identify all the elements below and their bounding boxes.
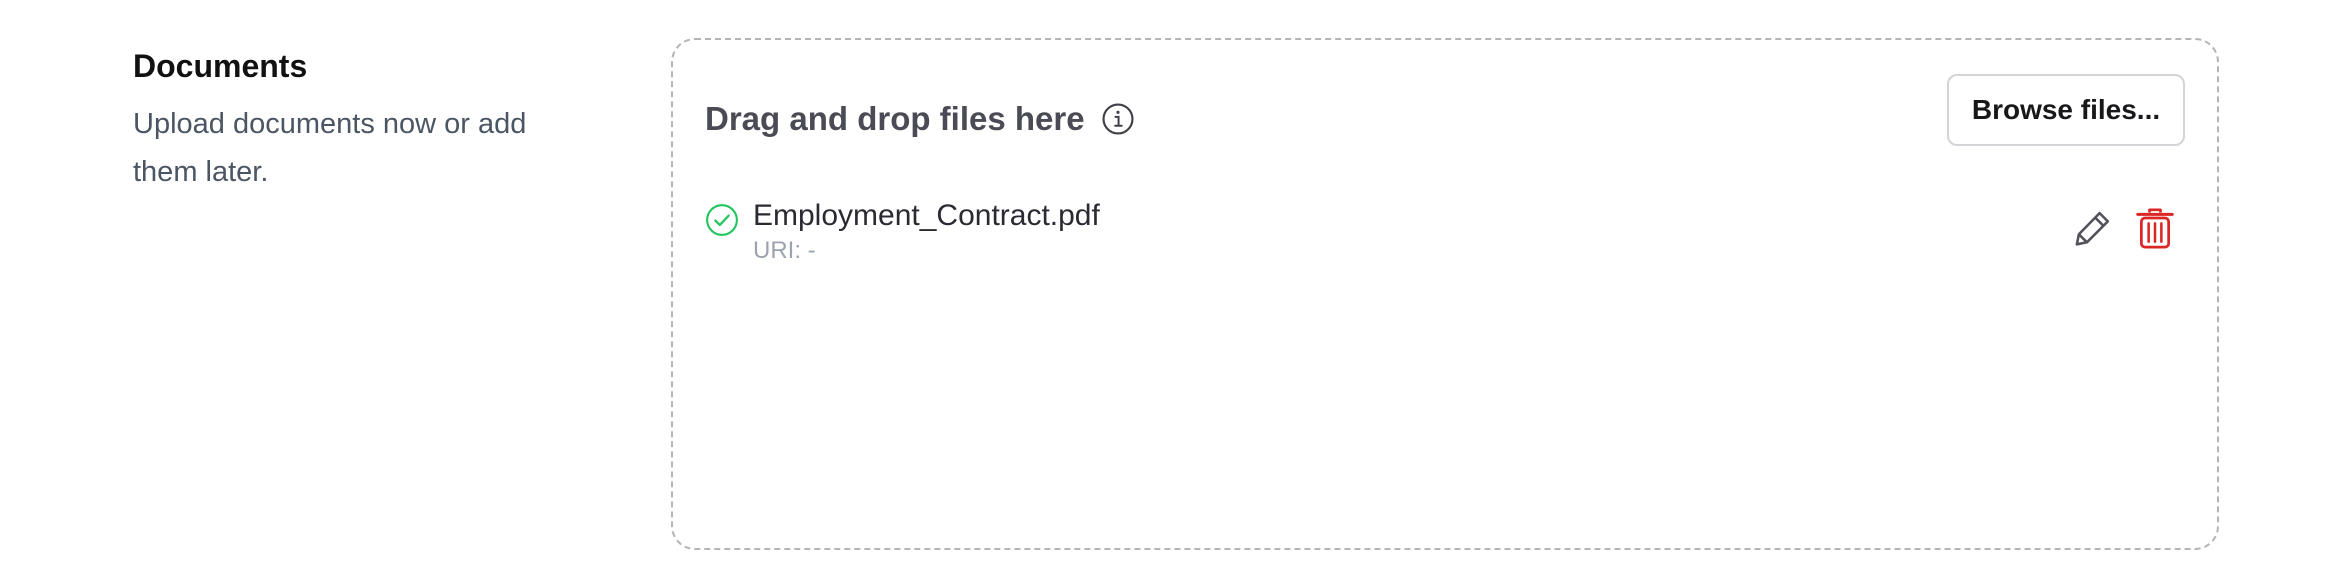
section-description: Upload documents now or add them later. bbox=[133, 108, 527, 188]
section-title: Documents bbox=[133, 48, 308, 84]
pencil-icon bbox=[2075, 211, 2110, 246]
file-dropzone[interactable]: Drag and drop files here Browse files...… bbox=[671, 38, 2219, 550]
delete-file-button[interactable] bbox=[2135, 206, 2175, 250]
file-uri: URI: - bbox=[753, 237, 816, 264]
edit-file-button[interactable] bbox=[2071, 206, 2115, 250]
check-circle-icon bbox=[705, 203, 739, 237]
browse-files-button[interactable]: Browse files... bbox=[1947, 74, 2185, 146]
dropzone-header: Drag and drop files here bbox=[705, 89, 1135, 149]
trash-icon bbox=[2136, 208, 2174, 249]
dropzone-title: Drag and drop files here bbox=[705, 100, 1085, 137]
file-list-item: Employment_Contract.pdf URI: - bbox=[705, 196, 2174, 266]
file-name: Employment_Contract.pdf bbox=[753, 199, 1100, 232]
documents-section-info: Documents Upload documents now or add th… bbox=[133, 44, 593, 196]
info-icon[interactable] bbox=[1101, 102, 1135, 136]
